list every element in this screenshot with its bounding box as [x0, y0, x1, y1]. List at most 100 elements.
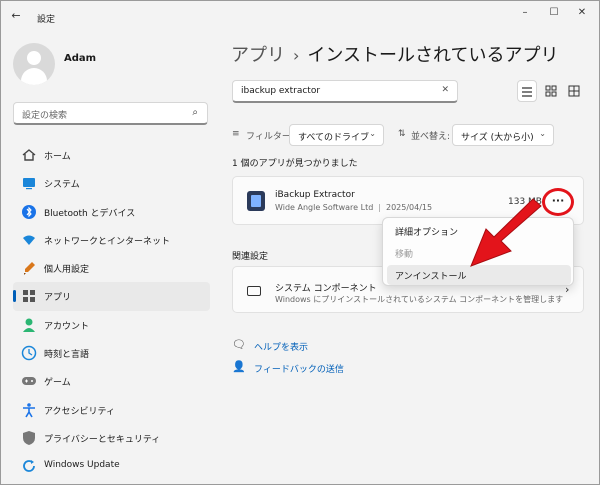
sidebar-item-label: ネットワークとインターネット	[44, 236, 171, 247]
ibackup-extractor-app-icon	[247, 191, 265, 211]
network-icon	[23, 235, 35, 245]
breadcrumb-separator: ›	[293, 46, 300, 65]
app-search-value: ibackup extractor	[241, 86, 321, 96]
filter-icon: ≡	[232, 129, 240, 139]
chevron-down-icon: ⌄	[369, 129, 376, 138]
app-install-date: 2025/04/15	[386, 203, 433, 212]
sort-value: サイズ (大から小)	[461, 133, 534, 143]
sort-icon: ⇅	[398, 129, 406, 139]
chevron-down-icon: ⌄	[539, 129, 546, 138]
sidebar-item-system[interactable]: システム	[13, 169, 210, 197]
tile-view-button[interactable]	[564, 80, 584, 102]
sidebar-item-network[interactable]: ネットワークとインターネット	[13, 226, 210, 254]
sidebar-item-label: 時刻と言語	[44, 350, 90, 361]
time-language-icon	[21, 345, 37, 361]
account-icon	[23, 318, 35, 332]
menu-item-move: 移動	[387, 243, 571, 263]
sidebar-item-label: アカウント	[44, 321, 90, 332]
more-options-button[interactable]: ···	[542, 188, 574, 216]
sidebar-item-bluetooth[interactable]: Bluetooth とデバイス	[13, 198, 210, 226]
sidebar-item-label: システム	[44, 180, 80, 191]
accessibility-icon	[23, 402, 35, 418]
clear-search-icon[interactable]: ✕	[441, 85, 449, 95]
help-link-label: ヘルプを表示	[254, 343, 309, 353]
sort-label: 並べ替え:	[411, 132, 451, 142]
system-icon	[23, 178, 35, 190]
sidebar-search-input[interactable]: 設定の検索 ⌕	[13, 102, 208, 125]
menu-item-label: 詳細オプション	[395, 228, 459, 238]
menu-item-label: 移動	[395, 250, 414, 260]
filter-row: ≡ フィルター: すべてのドライブ ⌄ ⇅ 並べ替え: サイズ (大から小) ⌄	[232, 124, 562, 146]
search-icon: ⌕	[192, 107, 198, 118]
sidebar-item-label: ゲーム	[44, 378, 71, 389]
sidebar-item-personalization[interactable]: 個人用設定	[13, 254, 210, 282]
menu-item-label: アンインストール	[395, 272, 467, 282]
personalization-icon	[24, 262, 35, 276]
breadcrumb-parent[interactable]: アプリ	[231, 45, 285, 66]
sidebar-item-accessibility[interactable]: アクセシビリティ	[13, 396, 210, 424]
app-publisher: Wide Angle Software Ltd	[275, 203, 374, 212]
sidebar-item-label: プライバシーとセキュリティ	[44, 434, 161, 445]
system-components-icon	[247, 286, 261, 296]
minimize-button[interactable]: –	[515, 6, 535, 20]
sort-dropdown[interactable]: サイズ (大から小) ⌄	[452, 124, 554, 146]
sidebar-item-apps[interactable]: アプリ	[13, 282, 210, 311]
avatar-head-shape	[27, 51, 41, 65]
avatar-body-shape	[21, 68, 47, 85]
menu-item-advanced-options[interactable]: 詳細オプション	[387, 221, 571, 241]
app-name: iBackup Extractor	[275, 190, 355, 200]
system-components-subtitle: Windows にプリインストールされているシステム コンポーネントを管理します	[275, 295, 564, 304]
maximize-button[interactable]: ☐	[544, 6, 564, 20]
sidebar-item-privacy[interactable]: プライバシーとセキュリティ	[13, 424, 210, 452]
list-view-icon	[522, 87, 532, 97]
sidebar-item-label: 個人用設定	[44, 265, 90, 276]
list-view-button[interactable]	[517, 80, 537, 102]
sidebar-item-label: アクセシビリティ	[44, 406, 116, 417]
sidebar-item-label: Windows Update	[44, 460, 120, 471]
avatar[interactable]	[13, 43, 55, 85]
filter-value: すべてのドライブ	[298, 133, 370, 143]
app-search-input[interactable]: ibackup extractor ✕	[232, 80, 458, 103]
back-button[interactable]: ←	[9, 10, 23, 22]
grid-view-button[interactable]	[541, 80, 561, 102]
title-bar: ← 設定 – ☐ ✕	[1, 1, 599, 31]
related-settings-heading: 関連設定	[232, 252, 269, 262]
privacy-icon	[23, 430, 35, 445]
bluetooth-icon	[22, 204, 36, 219]
help-icon: 🗨	[232, 338, 246, 351]
sidebar-search-placeholder: 設定の検索	[22, 111, 68, 121]
app-size: 133 MB	[508, 197, 542, 207]
sidebar-item-label: Bluetooth とデバイス	[44, 208, 136, 219]
system-components-title: システム コンポーネント	[275, 284, 377, 294]
tile-view-icon	[568, 85, 580, 97]
page-title: インストールされているアプリ	[307, 45, 559, 66]
filter-dropdown[interactable]: すべてのドライブ ⌄	[289, 124, 384, 146]
feedback-icon: 👤	[232, 360, 246, 373]
gaming-icon	[22, 377, 36, 386]
grid-view-icon	[545, 85, 557, 97]
breadcrumb: アプリ › インストールされているアプリ	[231, 41, 559, 67]
sidebar-item-windows-update[interactable]: Windows Update	[13, 452, 210, 480]
sidebar-item-time-language[interactable]: 時刻と言語	[13, 339, 210, 367]
user-name: Adam	[64, 53, 97, 64]
app-meta: Wide Angle Software Ltd | 2025/04/15	[275, 203, 432, 212]
results-count: 1 個のアプリが見つかりました	[232, 159, 358, 169]
sidebar-item-gaming[interactable]: ゲーム	[13, 367, 210, 395]
sidebar-item-home[interactable]: ホーム	[13, 141, 210, 169]
meta-separator: |	[378, 203, 381, 212]
home-icon	[22, 149, 36, 161]
settings-window: ← 設定 – ☐ ✕ Adam 設定の検索 ⌕ ホーム システム Bluetoo…	[0, 0, 600, 485]
active-indicator	[13, 290, 16, 303]
windows-update-icon	[23, 460, 35, 473]
app-context-menu: 詳細オプション 移動 アンインストール	[382, 217, 574, 286]
menu-item-uninstall[interactable]: アンインストール	[387, 265, 571, 285]
filter-label: フィルター:	[246, 132, 294, 142]
sidebar-item-accounts[interactable]: アカウント	[13, 311, 210, 339]
apps-icon	[23, 290, 35, 303]
sidebar-item-label: アプリ	[44, 293, 72, 304]
close-button[interactable]: ✕	[572, 6, 592, 20]
feedback-link-label: フィードバックの送信	[254, 365, 344, 375]
sidebar-nav: ホーム システム Bluetooth とデバイス ネットワークとインターネット …	[13, 141, 210, 481]
sidebar-item-label: ホーム	[44, 152, 71, 162]
window-title: 設定	[37, 15, 56, 25]
